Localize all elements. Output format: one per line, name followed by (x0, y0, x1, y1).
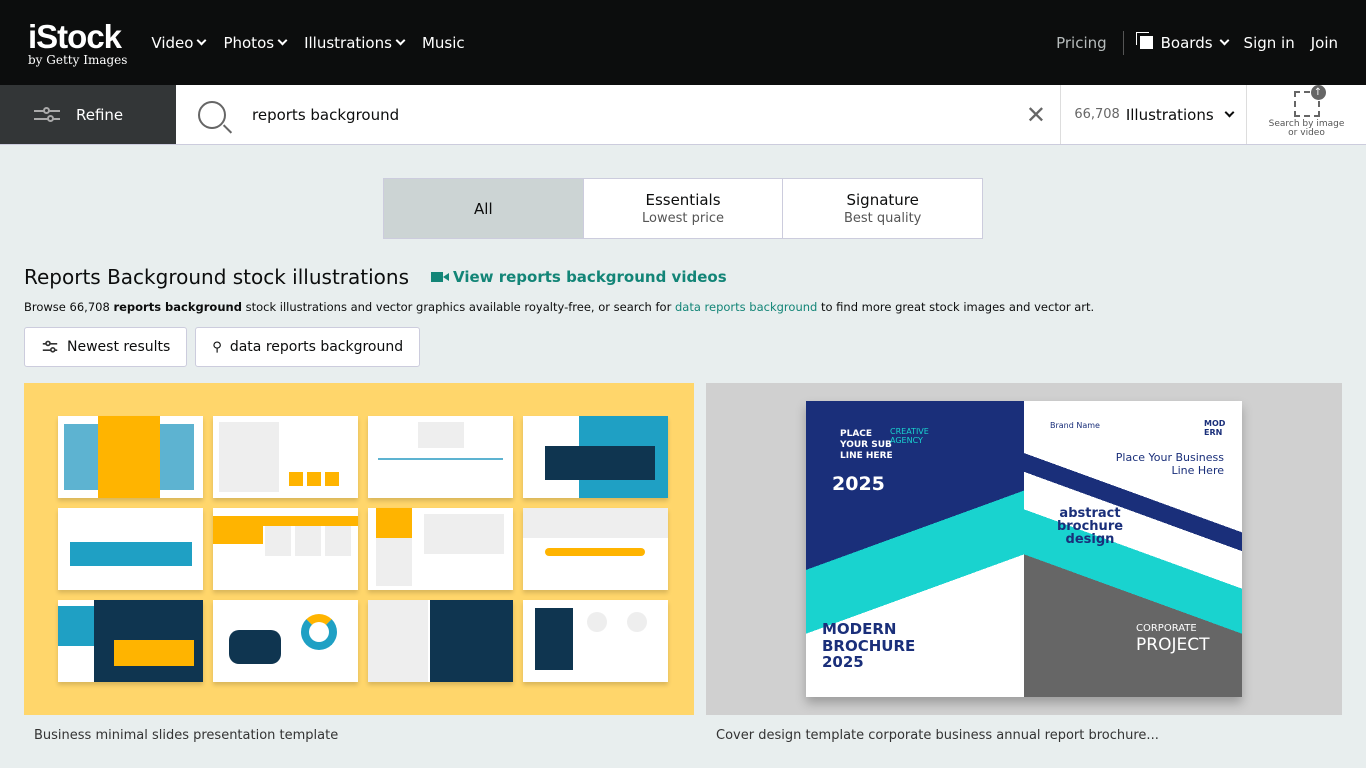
search-input[interactable]: reports background (252, 106, 1026, 124)
search-bar: Refine reports background ✕ 66,708 Illustr… (0, 85, 1366, 145)
logo-text: iStock (28, 17, 122, 55)
asset-type-label: Illustrations (1125, 105, 1214, 124)
chevron-down-icon (197, 35, 207, 46)
slide-thumbnail (368, 508, 513, 590)
search-by-image-button[interactable]: Search by imageor video (1246, 85, 1366, 144)
boards-label: Boards (1160, 33, 1213, 52)
nav-label: Video (151, 33, 194, 52)
tab-label: All (474, 199, 493, 218)
slide-thumbnail (523, 508, 668, 590)
chip-label: data reports background (229, 339, 404, 355)
sliders-icon (34, 106, 60, 123)
title-text: Reports Background stock illustrations (24, 265, 409, 289)
desc-text: to find more great stock images and vect… (817, 300, 1095, 314)
chevron-down-icon (395, 35, 406, 46)
search-icon: ⚲ (212, 339, 222, 355)
clear-icon[interactable]: ✕ (1026, 101, 1046, 129)
result-caption[interactable]: Cover design template corporate business… (716, 728, 1342, 743)
sbi-label-2: or video (1288, 128, 1325, 138)
chevron-down-icon (1219, 35, 1229, 46)
divider (1122, 30, 1124, 55)
slide-thumbnail (213, 600, 358, 682)
tab-all[interactable]: All (384, 179, 583, 238)
slide-thumbnail (213, 508, 358, 590)
refine-label: Refine (76, 105, 124, 124)
asset-type-select[interactable]: 66,708 Illustrations (1060, 85, 1246, 144)
tab-label: Signature (846, 191, 919, 209)
result-card[interactable]: PLACE YOUR SUB LINE HERE 2025 CREATIVE A… (706, 383, 1342, 743)
desc-text: Browse 66,708 (24, 300, 114, 314)
sign-in-link[interactable]: Sign in (1244, 34, 1295, 52)
tab-signature[interactable]: Signature Best quality (782, 179, 982, 238)
nav-video[interactable]: Video (151, 33, 207, 52)
boards-icon (1139, 36, 1153, 49)
join-link[interactable]: Join (1311, 34, 1338, 52)
brochure-artwork: PLACE YOUR SUB LINE HERE 2025 CREATIVE A… (806, 401, 1242, 697)
art-text: abstract brochure design (1056, 506, 1124, 547)
art-text: Brand Name (1050, 421, 1100, 430)
page-title: Reports Background stock illustrations Vi… (24, 265, 1366, 289)
nav-music[interactable]: Music (422, 34, 465, 52)
top-nav: iStock by Getty Images Video Photos Illus… (0, 0, 1366, 85)
tab-essentials[interactable]: Essentials Lowest price (582, 179, 783, 238)
boards-menu[interactable]: Boards (1139, 33, 1229, 52)
nav-label: Illustrations (304, 33, 392, 52)
slide-thumbnail (523, 416, 668, 498)
chip-label: Newest results (67, 339, 171, 355)
chevron-down-icon (1224, 107, 1235, 118)
desc-bold: reports background (113, 300, 242, 314)
license-tabs: All Essentials Lowest price Signature Best… (383, 178, 983, 239)
tab-label: Essentials (645, 191, 721, 209)
related-search-link[interactable]: data reports background (675, 300, 817, 314)
slide-thumbnail (58, 600, 203, 682)
logo-sub: by Getty Images (28, 52, 128, 67)
nav-photos[interactable]: Photos (223, 33, 288, 52)
result-card[interactable]: Business minimal slides presentation tem… (24, 383, 694, 743)
slide-thumbnail (58, 416, 203, 498)
result-count: 66,708 (1074, 107, 1120, 122)
art-text: 2025 (832, 473, 885, 495)
slide-thumbnail (523, 600, 668, 682)
art-text: PROJECT (1136, 635, 1210, 655)
art-text: CORPORATE (1136, 623, 1197, 634)
sliders-icon (42, 340, 58, 354)
istock-logo[interactable]: iStock by Getty Images (28, 20, 127, 66)
desc-text: stock illustrations and vector graphics … (241, 300, 675, 314)
tab-sub: Best quality (843, 211, 922, 226)
result-image[interactable] (24, 383, 694, 715)
slide-thumbnail (368, 600, 513, 682)
nav-label: Photos (223, 33, 275, 52)
tab-sub: Lowest price (642, 211, 724, 226)
slide-thumbnail (213, 416, 358, 498)
pricing-link[interactable]: Pricing (1056, 34, 1107, 52)
art-text: MOD ERN (1204, 419, 1226, 437)
image-upload-icon (1293, 85, 1326, 117)
art-text: CREATIVE AGENCY (890, 427, 929, 445)
result-image[interactable]: PLACE YOUR SUB LINE HERE 2025 CREATIVE A… (706, 383, 1342, 715)
sort-newest-button[interactable]: Newest results (24, 327, 188, 367)
art-text: MODERN BROCHURE 2025 (822, 620, 916, 671)
slide-thumbnail (368, 416, 513, 498)
chevron-down-icon (277, 35, 288, 46)
result-caption[interactable]: Business minimal slides presentation tem… (34, 728, 694, 743)
refine-button[interactable]: Refine (0, 85, 176, 144)
related-search-chip[interactable]: ⚲ data reports background (195, 327, 421, 367)
view-videos-link[interactable]: View reports background videos (431, 268, 727, 286)
art-text: Place Your Business Line Here (1115, 451, 1224, 477)
link-text: View reports background videos (453, 268, 727, 286)
nav-illustrations[interactable]: Illustrations (304, 33, 406, 52)
slide-thumbnail (58, 508, 203, 590)
search-icon[interactable] (198, 100, 226, 129)
description: Browse 66,708 reports background stock i… (24, 300, 1366, 314)
video-camera-icon (431, 272, 449, 282)
